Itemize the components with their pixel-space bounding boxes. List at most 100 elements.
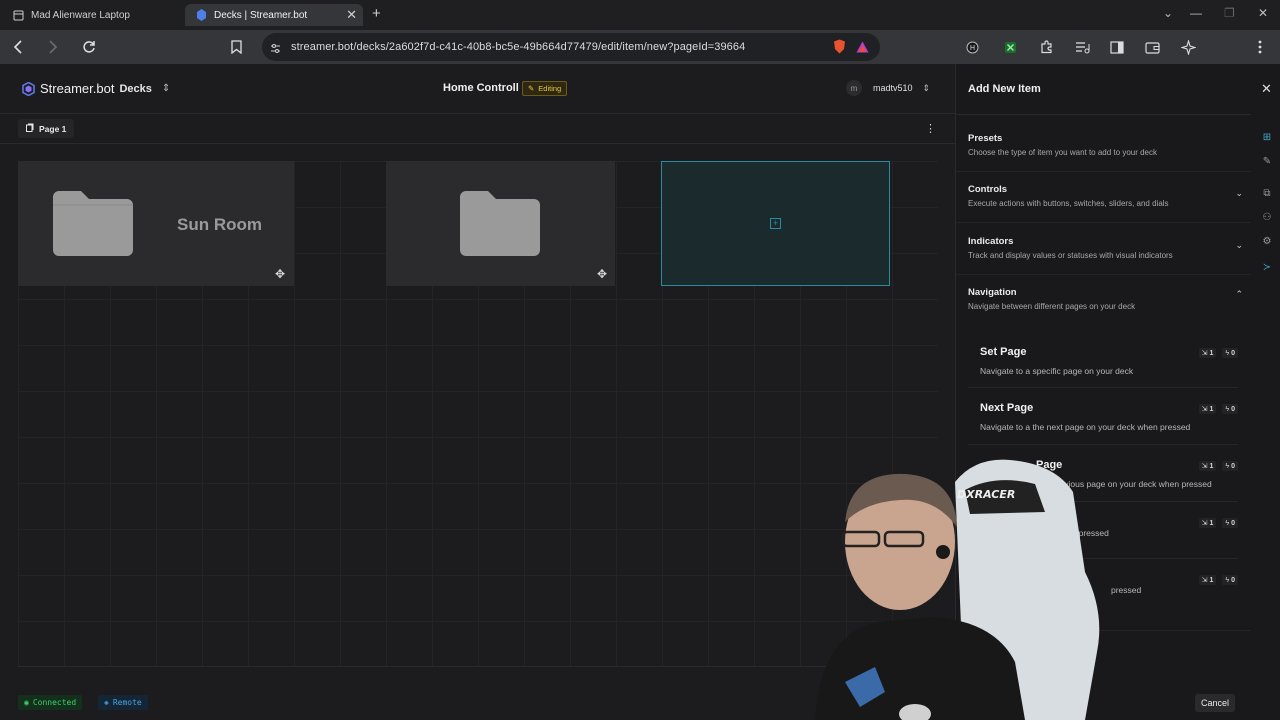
presets-title: Presets [968,133,1003,144]
gear-icon[interactable]: ⚙ [1260,234,1274,248]
item-desc: Navigate to a specific page on your deck [980,366,1134,376]
add-item-icon[interactable]: ⊞ [1260,130,1274,144]
tab-title: Mad Alienware Laptop [31,9,130,21]
browser-menu-icon[interactable] [1252,39,1268,55]
forward-icon[interactable] [44,38,62,56]
controls-section[interactable]: Controls Execute actions with buttons, s… [968,184,1251,208]
action-badge: ϟ 0 [1222,461,1238,471]
new-tab-button[interactable]: + [372,5,381,22]
preset-item[interactable]: Set Page Navigate to a specific page on … [980,346,1238,376]
edit-icon: ✎ [528,84,535,93]
section-desc: Track and display values or statuses wit… [968,251,1173,260]
size-badge: ⇲ 1 [1198,461,1217,471]
page-label: Page 1 [39,123,67,134]
user-settings-icon[interactable]: ⚇ [1260,210,1274,224]
remote-label: Remote [112,698,142,707]
svg-text:H: H [969,44,974,52]
section-desc: Navigate between different pages on your… [968,302,1136,311]
indicators-section[interactable]: Indicators Track and display values or s… [968,236,1251,260]
tile-label: Sun Room [177,215,262,234]
section-title: Navigation [968,287,1017,298]
chevron-down-icon[interactable]: ⌄ [1235,240,1243,251]
chevron-down-icon[interactable]: ⌄ [1235,188,1243,199]
page-icon [26,123,34,134]
size-badge: ⇲ 1 [1198,518,1217,528]
brave-shields-icon[interactable] [833,39,846,59]
close-tab-icon[interactable]: ✕ [346,8,357,22]
bookmark-icon[interactable] [227,38,245,56]
page-icon [12,9,24,21]
chevron-up-icon[interactable]: ⌃ [1235,289,1243,300]
brand-name: Streamer.bot [40,81,115,96]
streamerbot-favicon [195,9,207,21]
browser-tab[interactable]: Mad Alienware Laptop [2,4,182,26]
brand[interactable]: Streamer.bot Decks ⇕ [22,81,170,96]
minimize-icon[interactable]: — [1190,6,1202,20]
brave-rewards-icon[interactable] [856,40,869,58]
tab-search-icon[interactable]: ⌄ [1163,6,1173,20]
editing-label: Editing [538,84,562,93]
page-settings-icon[interactable]: ⧉ [1260,186,1274,200]
panel-rail: ⊞ ✎ ⧉ ⚇ ⚙ ≻ [1255,120,1279,320]
move-handle-icon[interactable]: ✥ [275,267,285,281]
item-desc: Navigate to a the next page on your deck… [980,422,1191,432]
section-title: Indicators [968,236,1014,247]
sidebar-toggle-icon[interactable] [1109,39,1125,55]
page-bar: Page 1 ⋮ [0,114,955,144]
extension-icon[interactable] [1002,39,1018,55]
connected-label: Connected [32,698,77,707]
browser-toolbar: streamer.bot/decks/2a602f7d-c41c-40b8-bc… [0,30,1280,64]
reload-icon[interactable] [80,38,98,56]
restore-icon[interactable]: ❐ [1224,6,1235,20]
media-playlist-icon[interactable] [1074,39,1090,55]
folder-icon [460,191,540,256]
new-item-placeholder[interactable]: + [661,161,890,286]
svg-text:DXRACER: DXRACER [957,488,1015,501]
site-settings-icon[interactable] [270,41,281,59]
user-switch-icon[interactable]: ⇕ [923,83,931,94]
edit-item-icon[interactable]: ✎ [1260,154,1274,168]
size-badge: ⇲ 1 [1198,348,1217,358]
page-tab[interactable]: Page 1 [18,119,75,138]
add-icon: + [770,218,781,229]
section-desc: Execute actions with buttons, switches, … [968,199,1169,208]
close-panel-icon[interactable]: ✕ [1261,81,1272,97]
presets-section: Presets Choose the type of item you want… [968,133,1251,157]
address-bar[interactable]: streamer.bot/decks/2a602f7d-c41c-40b8-bc… [262,33,880,61]
webcam-overlay: DXRACER [815,459,1100,720]
user-menu[interactable]: m madtv510 ⇕ [846,80,930,96]
leo-ai-icon[interactable] [1180,39,1196,55]
back-icon[interactable] [9,38,27,56]
remote-status: ◈ Remote [98,695,148,710]
cancel-button[interactable]: Cancel [1195,694,1236,712]
close-window-icon[interactable]: ✕ [1258,6,1268,20]
url-text: streamer.bot/decks/2a602f7d-c41c-40b8-bc… [291,41,746,53]
section-name: Decks [119,82,152,95]
preset-item[interactable]: Next Page Navigate to a the next page on… [980,402,1238,432]
move-handle-icon[interactable]: ✥ [597,267,607,281]
deck-title: Home Controll [443,82,519,94]
connection-status: ◉ Connected [18,695,83,710]
app-header: Streamer.bot Decks ⇕ Home Controll ✎ Edi… [0,64,955,114]
action-badge: ϟ 0 [1222,348,1238,358]
panel-title: Add New Item [968,83,1041,95]
size-badge: ⇲ 1 [1198,575,1217,585]
browser-tabstrip: Mad Alienware Laptop Decks | Streamer.bo… [0,0,1280,30]
avatar: m [846,80,862,96]
user-name: madtv510 [873,83,913,93]
shield-icon: ◈ [104,698,109,707]
extensions-puzzle-icon[interactable] [1039,39,1055,55]
extension-icon[interactable]: H [964,39,980,55]
folder-icon [53,191,133,256]
deck-switch-icon[interactable]: ⇕ [162,83,170,94]
page-options-icon[interactable]: ⋮ [925,122,936,135]
terminal-icon[interactable]: ≻ [1260,260,1274,274]
wifi-icon: ◉ [24,698,29,707]
size-badge: ⇲ 1 [1198,404,1217,414]
browser-tab-active[interactable]: Decks | Streamer.bot ✕ [185,4,363,26]
deck-tile[interactable]: ✥ [386,161,615,286]
action-badge: ϟ 0 [1222,575,1238,585]
wallet-icon[interactable] [1144,39,1160,55]
navigation-section[interactable]: Navigation Navigate between different pa… [968,287,1251,311]
deck-tile[interactable]: Sun Room ✥ [18,161,294,286]
